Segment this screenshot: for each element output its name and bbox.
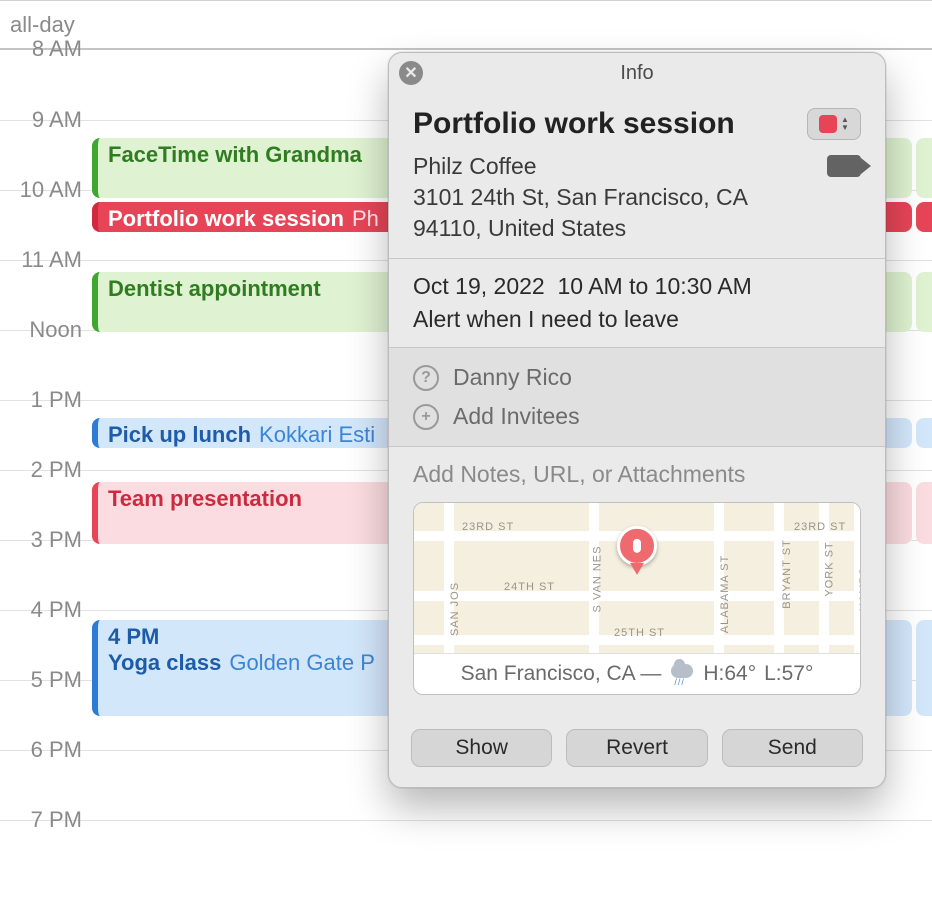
revert-button[interactable]: Revert [566, 729, 707, 767]
hour-label: 10 AM [0, 177, 82, 203]
show-button[interactable]: Show [411, 729, 552, 767]
event-date: Oct 19, 2022 [413, 273, 545, 299]
street-label: 23RD ST [462, 521, 514, 533]
hour-label: 2 PM [0, 457, 82, 483]
location-field[interactable]: Philz Coffee 3101 24th St, San Francisco… [413, 151, 815, 244]
invitee-name: Danny Rico [453, 364, 572, 391]
add-invitees-button[interactable]: + Add Invitees [413, 397, 861, 436]
location-name: Philz Coffee [413, 151, 815, 182]
event-sliver [916, 482, 932, 544]
hour-label: 7 PM [0, 807, 82, 833]
street-label: S VAN NES [591, 546, 603, 613]
video-icon [827, 155, 861, 177]
weather-city: San Francisco, CA — [461, 662, 662, 686]
event-sliver [916, 272, 932, 332]
popover-button-row: Show Revert Send [389, 713, 885, 787]
event-sliver [916, 620, 932, 716]
event-sliver [916, 202, 932, 232]
calendar-color-picker[interactable]: ▲▼ [807, 108, 861, 140]
button-label: Show [455, 736, 508, 760]
weather-high: H:64° [703, 662, 756, 686]
weather-low: L:57° [764, 662, 813, 686]
hour-label: 4 PM [0, 597, 82, 623]
event-info-popover: ✕ Info Portfolio work session ▲▼ Philz C… [388, 52, 886, 788]
event-title: Team presentation [108, 486, 302, 511]
street-label: SAN JOS [449, 582, 461, 636]
event-time-range: 10 AM to 10:30 AM [557, 273, 751, 299]
add-video-call-button[interactable] [827, 151, 861, 177]
hour-label: 1 PM [0, 387, 82, 413]
close-icon: ✕ [404, 63, 417, 83]
event-header-section: Portfolio work session ▲▼ Philz Coffee 3… [389, 93, 885, 259]
hour-label: 3 PM [0, 527, 82, 553]
street-label: 25TH ST [614, 627, 665, 639]
event-title: FaceTime with Grandma [108, 142, 362, 167]
hour-label: 5 PM [0, 667, 82, 693]
event-title: Yoga class [108, 650, 221, 675]
street-label: BRYANT ST [781, 539, 793, 609]
event-title: Portfolio work session [108, 206, 344, 231]
event-title: Pick up lunch [108, 422, 251, 447]
chevron-updown-icon: ▲▼ [841, 116, 849, 132]
invitee-row[interactable]: ? Danny Rico [413, 358, 861, 397]
street-label: ALABAMA ST [719, 555, 731, 633]
event-title: Dentist appointment [108, 276, 321, 301]
notes-section: Add Notes, URL, or Attachments 23RD ST 2… [389, 447, 885, 713]
button-label: Revert [606, 736, 668, 760]
popover-title: Info [620, 62, 653, 85]
street-label: HAMPS [858, 567, 860, 611]
plus-icon: + [413, 404, 439, 430]
question-icon: ? [413, 365, 439, 391]
event-location-abbrev: Ph [352, 206, 379, 231]
event-alert[interactable]: Alert when I need to leave [413, 306, 861, 333]
street-label: YORK ST [824, 541, 836, 596]
close-button[interactable]: ✕ [399, 61, 423, 85]
button-label: Send [768, 736, 817, 760]
event-sliver [916, 138, 932, 198]
weather-bar: San Francisco, CA — /// H:64° L:57° [414, 653, 860, 694]
event-sliver [916, 418, 932, 448]
street-label: 24TH ST [504, 581, 555, 593]
street-label: 23RD ST [794, 521, 846, 533]
map-preview: 23RD ST 23RD ST 24TH ST 25TH ST SAN JOS … [414, 503, 860, 653]
event-title-input[interactable]: Portfolio work session [413, 107, 735, 141]
notes-input[interactable]: Add Notes, URL, or Attachments [413, 461, 861, 488]
event-location-abbrev: Kokkari Esti [259, 422, 375, 447]
rain-icon: /// [669, 664, 695, 684]
hour-label: 8 AM [0, 36, 82, 62]
send-button[interactable]: Send [722, 729, 863, 767]
add-invitees-label: Add Invitees [453, 403, 580, 430]
hour-label: Noon [0, 317, 82, 343]
hour-label: 11 AM [0, 247, 82, 273]
map-pin-icon [617, 526, 657, 575]
datetime-section[interactable]: Oct 19, 2022 10 AM to 10:30 AM Alert whe… [389, 259, 885, 348]
location-map-card[interactable]: 23RD ST 23RD ST 24TH ST 25TH ST SAN JOS … [413, 502, 861, 695]
allday-row[interactable]: all-day [0, 0, 932, 50]
event-location-abbrev: Golden Gate P [229, 650, 375, 675]
hour-label: 6 PM [0, 737, 82, 763]
hour-label: 9 AM [0, 107, 82, 133]
location-address: 3101 24th St, San Francisco, CA 94110, U… [413, 182, 815, 244]
allday-label: all-day [10, 12, 75, 38]
popover-titlebar: ✕ Info [389, 53, 885, 93]
color-swatch [819, 115, 837, 133]
invitees-section: ? Danny Rico + Add Invitees [389, 348, 885, 447]
